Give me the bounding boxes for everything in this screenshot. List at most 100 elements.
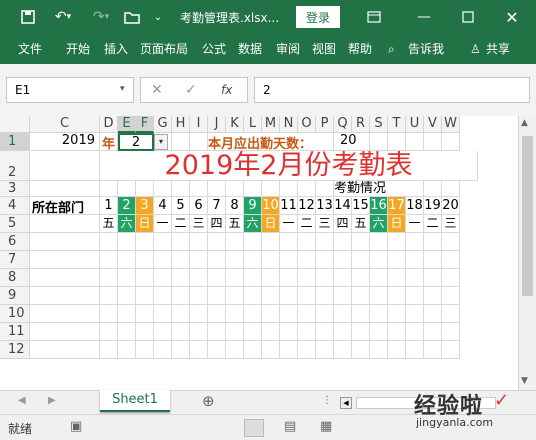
cell[interactable] [370, 287, 388, 305]
cell[interactable] [244, 251, 262, 269]
cell[interactable] [118, 181, 136, 197]
cell[interactable] [370, 233, 388, 251]
cell[interactable] [280, 305, 298, 323]
cell[interactable] [262, 251, 280, 269]
menu-file[interactable]: 文件 [18, 34, 42, 64]
cell[interactable] [100, 287, 118, 305]
cell[interactable] [30, 251, 100, 269]
weekday-cell[interactable]: 日 [136, 215, 154, 233]
cell[interactable] [370, 269, 388, 287]
formula-input[interactable]: 2 [254, 77, 530, 103]
weekday-cell[interactable]: 三 [190, 215, 208, 233]
cell[interactable] [30, 269, 100, 287]
cell[interactable] [154, 269, 172, 287]
cell[interactable] [136, 305, 154, 323]
column-header[interactable]: T [388, 116, 406, 133]
cell[interactable] [154, 251, 172, 269]
menu-review[interactable]: 审阅 [276, 34, 300, 64]
column-header[interactable]: J [208, 116, 226, 133]
cell[interactable] [388, 341, 406, 359]
row-header[interactable]: 3 [0, 181, 30, 197]
cell[interactable] [100, 341, 118, 359]
cell[interactable] [100, 323, 118, 341]
weekday-cell[interactable]: 一 [280, 215, 298, 233]
cell[interactable] [100, 305, 118, 323]
cell[interactable] [30, 181, 100, 197]
cell[interactable] [226, 233, 244, 251]
macro-record-icon[interactable]: ▣ [70, 419, 82, 434]
cell[interactable] [226, 305, 244, 323]
cell[interactable] [442, 181, 460, 197]
cell[interactable] [154, 181, 172, 197]
date-cell[interactable]: 19 [424, 197, 442, 215]
cell[interactable] [172, 181, 190, 197]
quick-access-menu-icon[interactable]: ⌄ [150, 0, 166, 34]
column-header[interactable]: L [244, 116, 262, 133]
date-cell[interactable]: 2 [118, 197, 136, 215]
cell[interactable] [316, 305, 334, 323]
column-header[interactable]: F [136, 116, 154, 133]
cell[interactable] [118, 233, 136, 251]
cell[interactable] [208, 323, 226, 341]
cell[interactable] [208, 305, 226, 323]
cell[interactable] [190, 181, 208, 197]
cell[interactable] [154, 233, 172, 251]
days-value[interactable]: 20 [334, 133, 370, 151]
cell[interactable] [316, 341, 334, 359]
cell[interactable] [442, 233, 460, 251]
cell[interactable] [262, 305, 280, 323]
row-header[interactable]: 9 [0, 287, 30, 305]
column-header[interactable]: Q [334, 116, 352, 133]
cell[interactable] [118, 341, 136, 359]
date-cell[interactable]: 20 [442, 197, 460, 215]
cell[interactable] [190, 133, 208, 151]
row-header[interactable]: 7 [0, 251, 30, 269]
cell[interactable] [280, 341, 298, 359]
weekday-cell[interactable]: 五 [100, 215, 118, 233]
column-header[interactable]: N [280, 116, 298, 133]
cell[interactable] [316, 181, 334, 197]
weekday-cell[interactable]: 二 [298, 215, 316, 233]
cell[interactable] [280, 181, 298, 197]
scroll-down-icon[interactable]: ▼ [521, 376, 528, 386]
date-cell[interactable]: 8 [226, 197, 244, 215]
cell[interactable] [334, 233, 352, 251]
cell[interactable] [172, 287, 190, 305]
cell[interactable] [298, 323, 316, 341]
column-header[interactable]: M [262, 116, 280, 133]
scroll-thumb[interactable] [522, 136, 533, 296]
column-header[interactable]: I [190, 116, 208, 133]
cell[interactable] [30, 215, 100, 233]
cell[interactable] [244, 305, 262, 323]
cell[interactable] [190, 251, 208, 269]
cell[interactable] [226, 323, 244, 341]
weekday-cell[interactable]: 六 [118, 215, 136, 233]
cell[interactable] [280, 269, 298, 287]
maximize-icon[interactable] [456, 0, 480, 34]
cell[interactable] [136, 323, 154, 341]
cell[interactable] [262, 233, 280, 251]
year-cell[interactable]: 2019 [30, 133, 100, 151]
add-sheet-icon[interactable]: ⊕ [202, 392, 215, 410]
cell[interactable] [118, 251, 136, 269]
weekday-cell[interactable]: 一 [406, 215, 424, 233]
login-button[interactable]: 登录 [296, 6, 340, 28]
cell[interactable] [352, 287, 370, 305]
date-cell[interactable]: 14 [334, 197, 352, 215]
cell[interactable] [352, 269, 370, 287]
page-layout-view-icon[interactable]: ▤ [284, 419, 296, 434]
cell[interactable] [298, 341, 316, 359]
tab-prev-icon[interactable]: ◀ [18, 395, 26, 406]
cell[interactable] [262, 323, 280, 341]
cell[interactable] [406, 269, 424, 287]
column-header[interactable]: P [316, 116, 334, 133]
cell[interactable] [406, 251, 424, 269]
cell[interactable] [406, 341, 424, 359]
normal-view-icon[interactable] [244, 419, 264, 437]
cell[interactable] [190, 269, 208, 287]
cell[interactable] [442, 251, 460, 269]
cell[interactable] [244, 181, 262, 197]
column-header[interactable]: U [406, 116, 424, 133]
cell[interactable] [280, 323, 298, 341]
cell[interactable] [154, 341, 172, 359]
